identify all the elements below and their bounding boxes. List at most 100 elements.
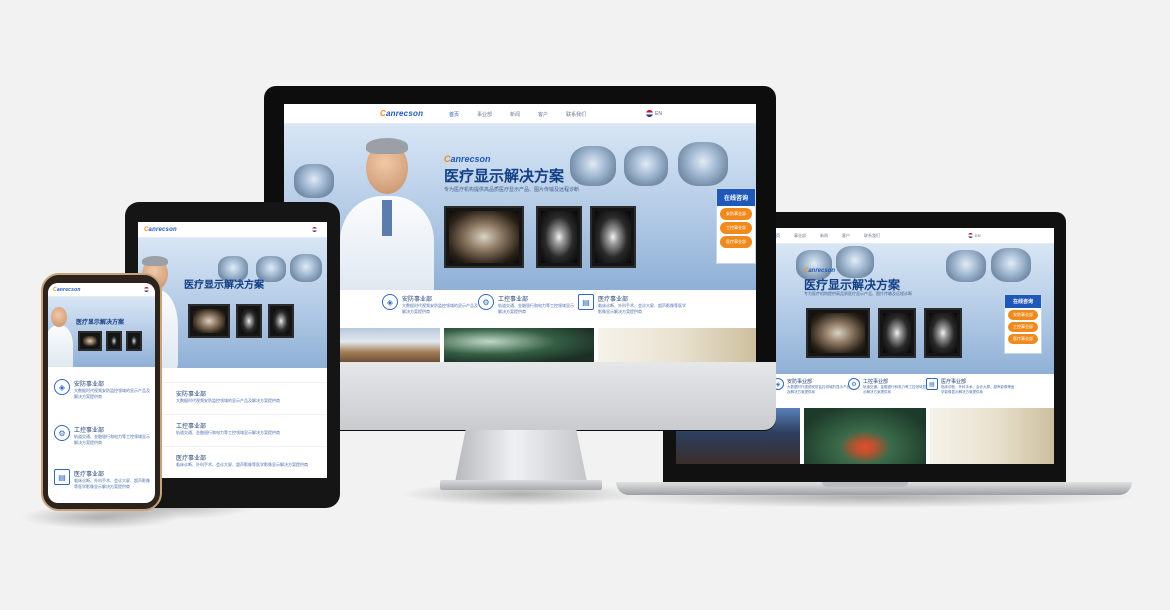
phone-nav: Canrecson [48,283,155,297]
nav-link-divisions[interactable]: 事业部 [794,233,806,239]
hero-brand-text: anrecson [808,268,836,274]
tablet-nav: Canrecson [138,222,327,238]
division-card[interactable]: ⚙ 工控事业部 轨道交通、金融银行和电力等工控领域显示解决方案提供商 [848,378,928,395]
chat-button[interactable]: 医疗事业部 [1008,334,1038,344]
imac-nav: Canrecson 首页 事业部 新闻 客户 联系我们 EN [284,104,756,124]
office-photo [340,328,440,362]
division-title: 医疗事业部 [941,379,967,385]
scan-image [946,250,986,282]
lang-switch[interactable] [312,227,317,232]
flag-icon [312,227,317,232]
medical-monitor [236,304,262,338]
medical-monitor [444,206,524,268]
division-card[interactable]: ▤ 医疗事业部 临床诊断、外科手术、会诊大屏、超声影像等医学影像显示解决方案提供… [578,294,688,315]
phone-screen: Canrecson 医疗显示解决方案 ◈ 安防事业部 大数据时代视频安防监控领域… [48,283,155,503]
lang-switch[interactable]: EN [646,110,662,117]
division-title: 工控事业部 [176,424,207,430]
chat-button[interactable]: 工控事业部 [720,222,752,234]
imac-stand [455,430,587,482]
flag-icon [968,233,973,238]
hero-title: 医疗显示解决方案 [76,320,125,326]
division-desc: 轨道交通、金融银行和电力等工控领域显示解决方案提供商 [498,303,574,314]
lang-label: EN [655,110,662,117]
division-title: 工控事业部 [74,428,105,434]
hero-brand: Canrecson [804,268,835,274]
gear-icon: ⚙ [478,294,494,310]
logo-text: anrecson [148,227,177,233]
medical-monitor [126,331,142,351]
medical-monitor [106,331,122,351]
division-card[interactable]: ◈ 安防事业部 大数据时代视频安防监控领域的显示产品及解决方案提供商 [772,378,852,395]
medical-monitor [78,331,102,351]
nav-link-contact[interactable]: 联系我们 [864,233,880,239]
nav-link-home[interactable]: 首页 [449,111,459,118]
document-icon: ▤ [54,469,70,485]
scan-image [624,146,668,186]
nav-link-divisions[interactable]: 事业部 [477,111,492,118]
nature-photo [444,328,594,362]
nav-link-clients[interactable]: 客户 [538,111,548,118]
division-desc: 大数据时代视频安防监控领域的显示产品及解决方案提供商 [74,388,150,399]
chat-button[interactable]: 安防事业部 [720,208,752,220]
division-desc: 轨道交通、金融银行和电力等工控领域显示解决方案提供商 [74,434,150,445]
gear-icon: ⚙ [54,425,70,441]
division-title: 安防事业部 [74,382,105,388]
division-desc: 大数据时代视频安防监控领域的显示产品及解决方案提供商 [787,385,850,394]
nav-link-news[interactable]: 新闻 [510,111,520,118]
chat-button[interactable]: 安防事业部 [1008,310,1038,320]
division-title: 安防事业部 [176,392,207,398]
chat-widget[interactable]: 在线咨询 安防事业部 工控事业部 医疗事业部 [1004,294,1042,354]
division-card[interactable]: ⚙ 工控事业部 轨道交通、金融银行和电力等工控领域显示解决方案提供商 [54,425,152,446]
division-card[interactable]: ◈ 安防事业部 大数据时代视频安防监控领域的显示产品及解决方案提供商 [382,294,478,315]
division-title: 工控事业部 [498,297,529,303]
division-row[interactable]: 安防事业部 大数据时代视频安防监控领域的显示产品及解决方案提供商 [138,382,327,410]
site-logo[interactable]: Canrecson [380,109,423,118]
division-card[interactable]: ▤ 医疗事业部 临床诊断、外科手术、会诊大屏、超声影像等医学影像显示解决方案提供… [926,378,1016,395]
apple-logo-icon [510,392,532,418]
lang-switch[interactable] [144,287,149,292]
site-logo[interactable]: Canrecson [144,227,177,233]
laptop-nav-links: 首页 事业部 新闻 客户 联系我们 [772,233,880,239]
division-desc: 临床诊断、外科手术、会诊大屏、超声影像等医学影像显示解决方案提供商 [74,478,150,489]
hero-title: 医疗显示解决方案 [444,168,565,185]
division-title: 安防事业部 [402,297,433,303]
hero-subtitle: 专为医疗机构提供高品质医疗显示产品、图片传输及远程诊断 [804,291,912,296]
scan-image [570,146,616,186]
medical-monitor [268,304,294,338]
division-card[interactable]: ▤ 医疗事业部 临床诊断、外科手术、会诊大屏、超声影像等医学影像显示解决方案提供… [54,469,152,490]
laptop-notch [822,482,908,487]
medical-monitor [536,206,582,268]
hero-brand: Canrecson [444,154,491,164]
nav-link-contact[interactable]: 联系我们 [566,111,586,118]
division-card[interactable]: ◈ 安防事业部 大数据时代视频安防监控领域的显示产品及解决方案提供商 [54,379,152,400]
chat-widget[interactable]: 在线咨询 安防事业部 工控事业部 医疗事业部 [716,188,756,264]
division-row[interactable]: 工控事业部 轨道交通、金融银行和电力等工控领域显示解决方案提供商 [138,414,327,442]
nav-link-clients[interactable]: 客户 [842,233,850,239]
document-icon: ▤ [926,378,938,390]
medical-monitor [188,304,230,338]
nav-link-news[interactable]: 新闻 [820,233,828,239]
shield-icon: ◈ [382,294,398,310]
flag-icon [144,287,149,292]
site-logo[interactable]: Canrecson [53,287,81,293]
chat-button[interactable]: 医疗事业部 [720,236,752,248]
division-desc: 轨道交通、金融银行和电力等工控领域显示解决方案提供商 [863,385,926,394]
logo-text: anrecson [56,287,81,293]
gear-icon: ⚙ [848,378,860,390]
division-title: 工控事业部 [863,379,889,385]
division-title: 医疗事业部 [74,472,105,478]
division-desc: 临床诊断、外科手术、会诊大屏、超声影像等医学影像显示解决方案提供商 [941,385,1015,394]
lang-switch[interactable]: EN [968,233,981,238]
scan-image [991,248,1031,282]
showcase-stage: 首页 事业部 新闻 客户 联系我们 EN Canrecson 医疗显示解决方案 … [0,0,1170,610]
flag-icon [646,110,653,117]
division-desc: 大数据时代视频安防监控领域的显示产品及解决方案提供商 [176,398,280,403]
division-row[interactable]: 医疗事业部 临床诊断、外科手术、会诊大屏、超声影像等医学影像显示解决方案提供商 [138,446,327,474]
chat-button[interactable]: 工控事业部 [1008,322,1038,332]
medical-monitor [806,308,870,358]
division-card[interactable]: ⚙ 工控事业部 轨道交通、金融银行和电力等工控领域显示解决方案提供商 [478,294,574,315]
hero-subtitle: 专为医疗机构提供高品质医疗显示产品、图片传输及远程诊断 [444,187,580,193]
imac-screen: Canrecson 首页 事业部 新闻 客户 联系我们 EN Canrecson… [284,104,756,362]
scan-image [294,164,334,198]
medical-monitor [878,308,916,358]
